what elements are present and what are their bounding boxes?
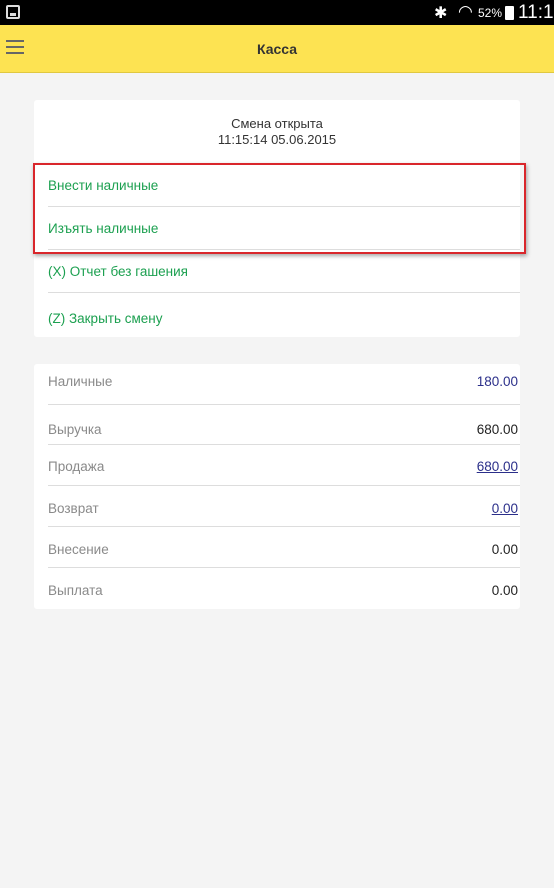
shift-status: Смена открыта [231,116,323,131]
cash-value: 180.00 [476,374,518,389]
clock: 11:16 [518,2,554,23]
battery-percent: 52% [478,6,503,20]
revenue-label: Выручка [48,422,102,437]
divider [48,567,520,568]
payout-label: Выплата [48,583,103,598]
bluetooth-icon: ✱ [434,3,448,22]
refund-value-link[interactable]: 0.00 [492,501,518,516]
page-title: Касса [256,41,298,57]
revenue-value: 680.00 [476,422,518,437]
shift-opened-time: 11:15:14 05.06.2015 [217,132,337,147]
refund-label: Возврат [48,501,99,516]
screenshot-icon [6,5,20,19]
x-report-button[interactable]: (X) Отчет без гашения [48,264,520,279]
divider [48,444,520,445]
cash-label: Наличные [48,374,113,389]
app-bar: Касса [0,25,554,73]
deposit-value: 0.00 [491,542,518,557]
payout-value: 0.00 [491,583,518,598]
sale-label: Продажа [48,459,105,474]
totals-card: Наличные 180.00 Выручка 680.00 Продажа 6… [34,364,520,609]
divider [48,526,520,527]
sale-value-link[interactable]: 680.00 [477,459,518,474]
highlight-frame [33,163,526,254]
divider [48,404,520,405]
wifi-icon: ◠ [458,2,473,22]
z-close-shift-button[interactable]: (Z) Закрыть смену [48,311,520,326]
divider [48,292,520,293]
divider [48,485,520,486]
battery-icon [505,6,514,20]
deposit-label: Внесение [48,542,109,557]
status-bar: ✱ ◠ 52% 11:16 [0,0,554,25]
